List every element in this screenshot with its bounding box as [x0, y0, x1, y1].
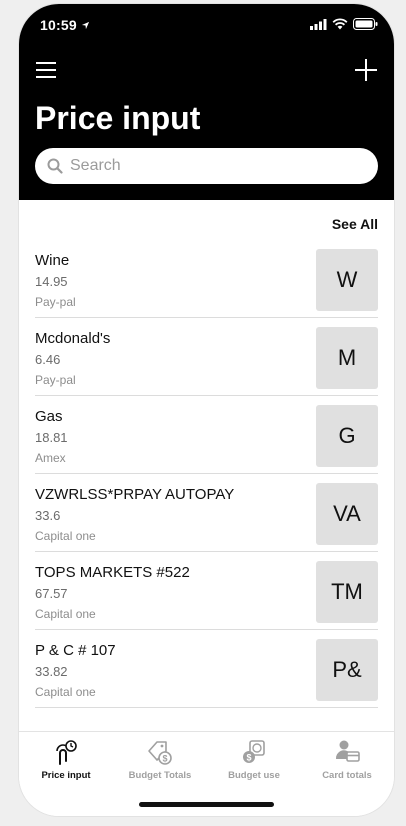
add-icon[interactable]	[355, 59, 377, 81]
item-price: 33.6	[35, 508, 61, 523]
item-name: Gas	[35, 408, 63, 425]
location-arrow-icon	[81, 21, 89, 29]
list-item[interactable]: Wine 14.95 Pay-pal W	[35, 240, 378, 318]
item-payment-method: Capital one	[35, 529, 96, 543]
wifi-icon	[332, 18, 348, 30]
list-item[interactable]: TOPS MARKETS #522 67.57 Capital one TM	[35, 552, 378, 630]
item-price: 14.95	[35, 274, 68, 289]
budget-tag-icon: $	[148, 741, 172, 765]
item-price: 6.46	[35, 352, 61, 367]
list-item[interactable]: P & C # 107 33.82 Capital one P&	[35, 630, 378, 708]
signal-icon	[310, 18, 327, 30]
battery-icon	[353, 18, 378, 30]
item-price: 18.81	[35, 430, 68, 445]
tab-card-totals[interactable]: Card totals	[300, 738, 394, 781]
item-payment-method: Pay-pal	[35, 373, 76, 387]
see-all-link[interactable]: See All	[332, 216, 378, 232]
tab-label: Price input	[41, 770, 91, 781]
tab-budget-use[interactable]: $ Budget use	[207, 738, 301, 781]
item-name: VZWRLSS*PRPAY AUTOPAY	[35, 486, 235, 503]
item-name: TOPS MARKETS #522	[35, 564, 190, 581]
list-item[interactable]: Gas 18.81 Amex G	[35, 396, 378, 474]
item-payment-method: Capital one	[35, 685, 96, 699]
page-title: Price input	[35, 100, 201, 136]
item-initials-badge: W	[316, 249, 378, 311]
item-name: P & C # 107	[35, 642, 116, 659]
item-payment-method: Capital one	[35, 607, 96, 621]
tab-price-input[interactable]: Price input	[19, 738, 113, 781]
svg-text:$: $	[162, 754, 167, 764]
svg-text:$: $	[246, 753, 251, 763]
item-initials-badge: VA	[316, 483, 378, 545]
phone-screen: 10:59 Price input Search See All Wine 14…	[19, 4, 394, 816]
tab-budget-totals[interactable]: $ Budget Totals	[113, 738, 207, 781]
header: 10:59 Price input Search	[19, 4, 394, 200]
budget-use-icon: $	[243, 740, 265, 763]
item-initials-badge: TM	[316, 561, 378, 623]
tab-label: Budget use	[228, 770, 280, 781]
item-initials-badge: M	[316, 327, 378, 389]
tab-label: Card totals	[322, 770, 372, 781]
status-time: 10:59	[40, 17, 90, 33]
search-icon	[47, 158, 63, 174]
item-name: Mcdonald's	[35, 330, 111, 347]
tab-label: Budget Totals	[128, 770, 192, 781]
list-item[interactable]: VZWRLSS*PRPAY AUTOPAY 33.6 Capital one V…	[35, 474, 378, 552]
menu-icon[interactable]	[36, 62, 58, 80]
item-payment-method: Amex	[35, 451, 66, 465]
item-initials-badge: G	[316, 405, 378, 467]
status-time-text: 10:59	[40, 17, 77, 33]
item-name: Wine	[35, 252, 70, 269]
item-initials-badge: P&	[316, 639, 378, 701]
item-payment-method: Pay-pal	[35, 295, 76, 309]
search-input[interactable]: Search	[35, 148, 378, 184]
card-totals-icon	[335, 740, 360, 762]
home-indicator	[139, 802, 274, 807]
price-list: Wine 14.95 Pay-pal W Mcdonald's 6.46 Pay…	[35, 240, 378, 708]
status-icons	[310, 18, 378, 30]
list-item[interactable]: Mcdonald's 6.46 Pay-pal M	[35, 318, 378, 396]
item-price: 33.82	[35, 664, 68, 679]
search-placeholder: Search	[70, 157, 121, 174]
price-input-icon	[56, 740, 77, 765]
item-price: 67.57	[35, 586, 68, 601]
